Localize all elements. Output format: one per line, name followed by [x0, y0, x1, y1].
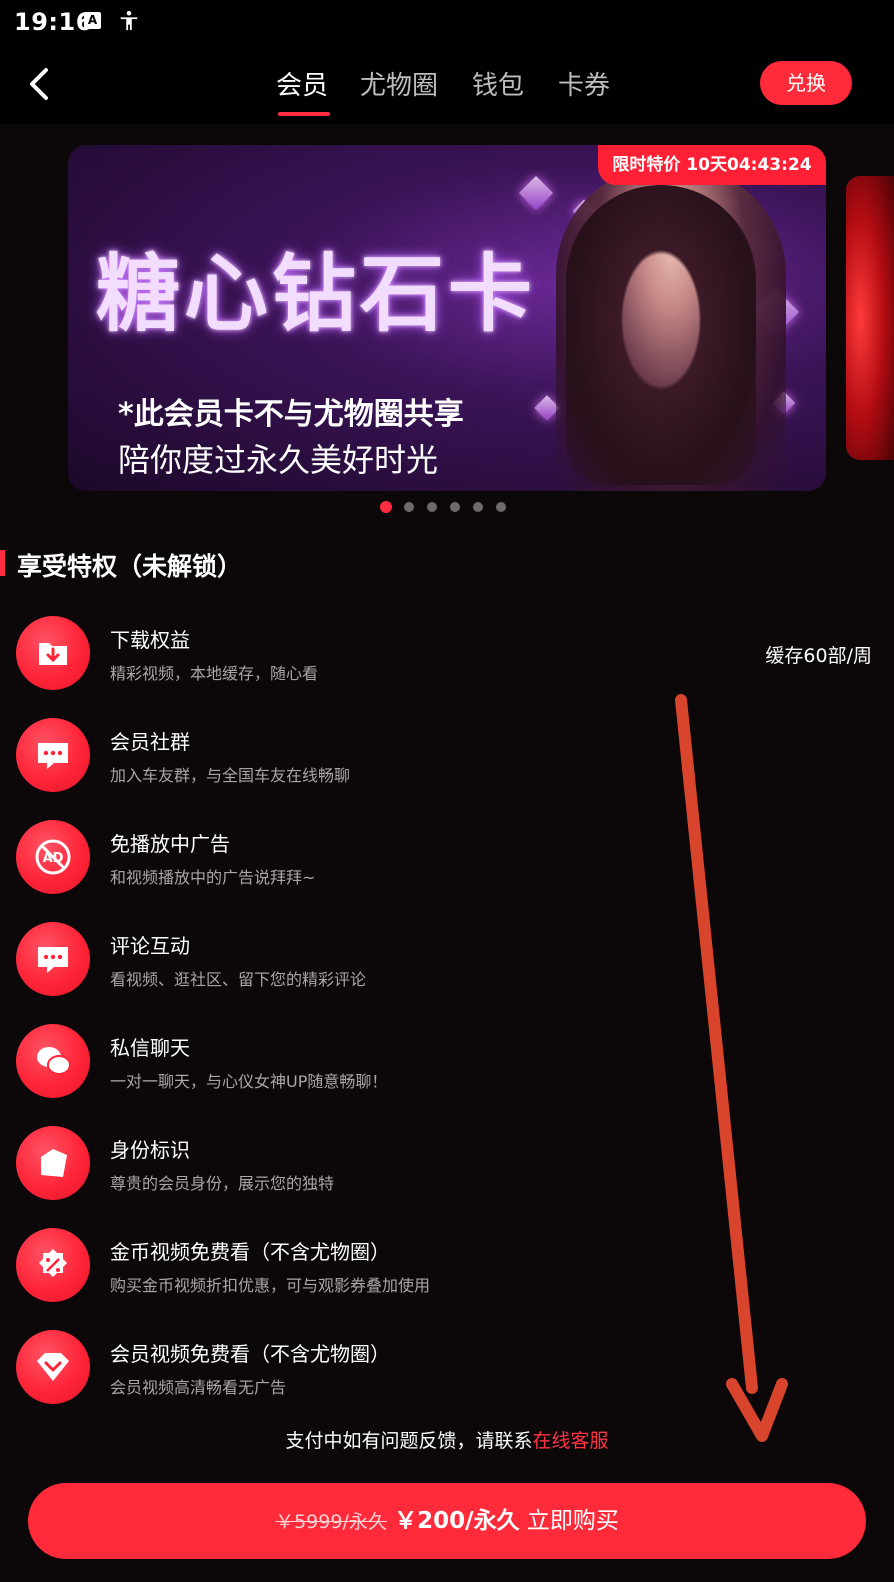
diamond-icon: [16, 1330, 90, 1404]
carousel-dot[interactable]: [450, 502, 460, 512]
privilege-desc: 加入车友群，与全国车友在线畅聊: [110, 766, 351, 785]
privilege-title: 免播放中广告: [110, 832, 230, 856]
privilege-private-chat[interactable]: 私信聊天 一对一聊天，与心仪女神UP随意畅聊！: [0, 1024, 894, 1114]
download-folder-icon: [16, 616, 90, 690]
download-quota: 缓存60部/周: [765, 645, 872, 667]
back-arrow-icon[interactable]: [20, 62, 64, 106]
sale-price: ￥200/永久: [394, 1508, 520, 1534]
tab-member[interactable]: 会员: [276, 66, 328, 106]
privilege-desc: 看视频、逛社区、留下您的精彩评论: [110, 970, 367, 989]
privilege-title: 身份标识: [110, 1138, 190, 1162]
tab-wallet[interactable]: 钱包: [472, 66, 524, 106]
keyboard-notification-icon: A: [84, 12, 101, 29]
banner-subtitle-note: *此会员卡不与尤物圈共享: [118, 397, 464, 432]
discount-icon: [16, 1228, 90, 1302]
privilege-title: 会员社群: [110, 730, 190, 754]
identity-tag-icon: [16, 1126, 90, 1200]
carousel-dot[interactable]: [427, 502, 437, 512]
banner-title: 糖心钻石卡: [96, 244, 537, 343]
exchange-button[interactable]: 兑换: [760, 61, 852, 105]
banner-subtitle: 陪你度过永久美好时光: [118, 441, 439, 479]
top-nav: 会员 尤物圈 钱包 卡券 兑换: [0, 44, 894, 124]
active-tab-indicator: [278, 112, 330, 116]
privilege-download[interactable]: 下载权益 精彩视频，本地缓存，随心看 缓存60部/周: [0, 616, 894, 706]
accessibility-icon: [120, 10, 138, 31]
buy-now-button[interactable]: ￥5999/永久 ￥200/永久 立即购买: [28, 1483, 866, 1559]
privilege-desc: 一对一聊天，与心仪女神UP随意畅聊！: [110, 1072, 388, 1091]
private-message-icon: [16, 1024, 90, 1098]
privilege-title: 评论互动: [110, 934, 190, 958]
privilege-desc: 精彩视频，本地缓存，随心看: [110, 664, 319, 683]
next-banner-preview[interactable]: [846, 176, 894, 460]
comment-icon: [16, 922, 90, 996]
online-support-link[interactable]: 在线客服: [533, 1430, 609, 1452]
privilege-identity[interactable]: 身份标识 尊贵的会员身份，展示您的独特: [0, 1126, 894, 1216]
privilege-title: 金币视频免费看（不含尤物圈）: [110, 1240, 390, 1264]
status-time: 19:16: [14, 8, 93, 36]
limited-offer-badge: 限时特价 10天04:43:24: [598, 145, 826, 185]
banner-model-hair: [566, 185, 756, 485]
carousel-dot[interactable]: [473, 502, 483, 512]
section-title: 享受特权（未解锁）: [17, 552, 243, 581]
no-ad-icon: AD: [16, 820, 90, 894]
buy-now-label: 立即购买: [526, 1508, 619, 1534]
privilege-no-ads[interactable]: AD 免播放中广告 和视频播放中的广告说拜拜~: [0, 820, 894, 910]
tab-coupons[interactable]: 卡券: [558, 66, 610, 106]
privilege-desc: 和视频播放中的广告说拜拜~: [110, 868, 316, 887]
privilege-desc: 会员视频高清畅看无广告: [110, 1378, 287, 1397]
gem-decoration: [519, 176, 553, 210]
promo-banner[interactable]: 糖心钻石卡 *此会员卡不与尤物圈共享 陪你度过永久美好时光: [68, 145, 826, 491]
privilege-member-videos[interactable]: 会员视频免费看（不含尤物圈） 会员视频高清畅看无广告: [0, 1330, 894, 1420]
chat-bubble-icon: [16, 718, 90, 792]
support-notice: 支付中如有问题反馈，请联系在线客服: [0, 1426, 894, 1453]
privilege-coin-videos[interactable]: 金币视频免费看（不含尤物圈） 购买金币视频折扣优惠，可与观影券叠加使用: [0, 1228, 894, 1318]
privilege-comments[interactable]: 评论互动 看视频、逛社区、留下您的精彩评论: [0, 922, 894, 1012]
privilege-community[interactable]: 会员社群 加入车友群，与全国车友在线畅聊: [0, 718, 894, 808]
status-bar: 19:16 A: [0, 0, 894, 44]
tab-youwuquan[interactable]: 尤物圈: [360, 66, 438, 106]
carousel-dot[interactable]: [380, 501, 392, 513]
privilege-desc: 购买金币视频折扣优惠，可与观影券叠加使用: [110, 1276, 431, 1295]
privilege-title: 会员视频免费看（不含尤物圈）: [110, 1342, 390, 1366]
privilege-title: 下载权益: [110, 628, 190, 652]
svg-text:AD: AD: [43, 851, 64, 866]
section-accent-bar: [0, 550, 5, 576]
support-text: 支付中如有问题反馈，请联系: [285, 1430, 533, 1452]
carousel-dot[interactable]: [496, 502, 506, 512]
privilege-desc: 尊贵的会员身份，展示您的独特: [110, 1174, 335, 1193]
privilege-title: 私信聊天: [110, 1036, 190, 1060]
carousel-dot[interactable]: [404, 502, 414, 512]
original-price: ￥5999/永久: [275, 1511, 387, 1533]
